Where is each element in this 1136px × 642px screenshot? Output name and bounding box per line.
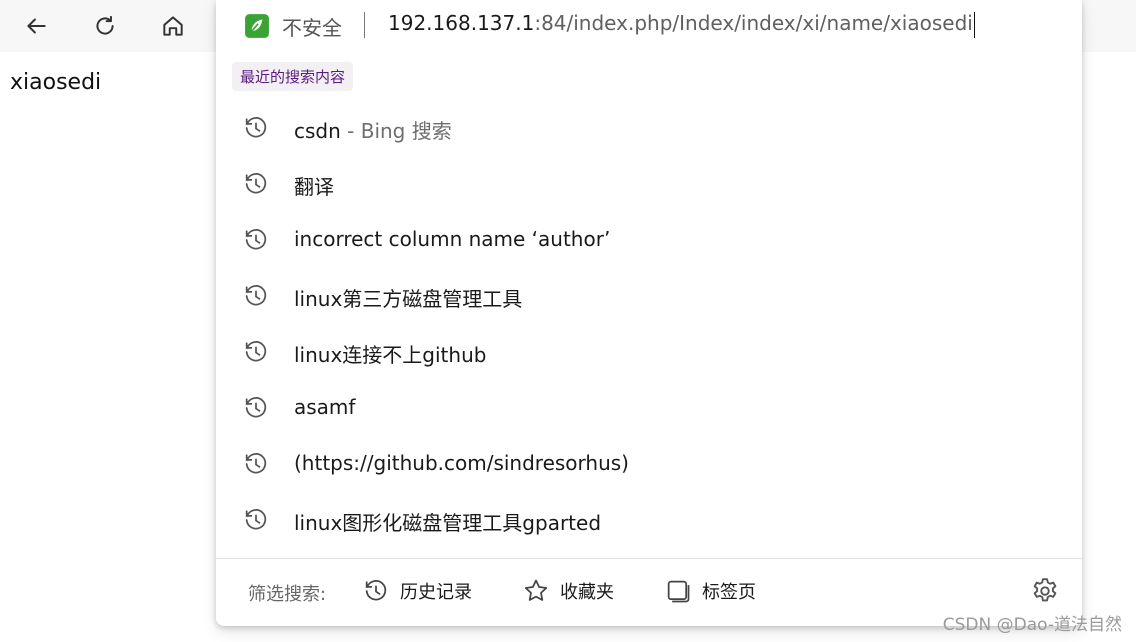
history-icon	[245, 229, 267, 250]
suggestion-text: linux第三方磁盘管理工具	[294, 287, 523, 311]
home-icon	[163, 16, 183, 36]
url-path: :84/index.php/Index/index/xi/name/xiaose…	[534, 11, 973, 35]
suggestion-item[interactable]: asamf	[216, 380, 1082, 436]
reload-button[interactable]	[85, 6, 125, 46]
filter-history-button[interactable]: 历史记录	[362, 574, 472, 608]
suggestion-item[interactable]: linux图形化磁盘管理工具gparted	[216, 492, 1082, 548]
suggestion-item[interactable]: linux连接不上github	[216, 324, 1082, 380]
history-icon	[245, 397, 267, 418]
csdn-watermark: CSDN @Dao-道法自然	[942, 615, 1122, 635]
address-bar-dropdown: 不安全 192.168.137.1:84/index.php/Index/ind…	[216, 0, 1082, 626]
site-security-icon[interactable]	[244, 13, 270, 39]
history-icon	[245, 285, 267, 306]
history-icon	[245, 341, 267, 362]
suggestion-text: 翻译	[294, 175, 334, 199]
suggestion-text: incorrect column name ‘author’	[294, 227, 611, 251]
suggestion-item[interactable]: incorrect column name ‘author’	[216, 212, 1082, 268]
gear-icon[interactable]	[1030, 576, 1060, 606]
suggestion-source: - Bing 搜索	[340, 119, 452, 143]
suggestion-item[interactable]: csdn - Bing 搜索	[216, 100, 1082, 156]
dropdown-divider	[216, 558, 1082, 559]
security-label[interactable]: 不安全	[282, 12, 342, 41]
star-icon	[524, 579, 548, 601]
history-icon	[245, 509, 267, 530]
text-caret	[973, 11, 975, 38]
suggestion-item[interactable]: 翻译	[216, 156, 1082, 212]
tabs-icon	[667, 580, 690, 603]
history-icon	[245, 453, 267, 474]
filter-favorites-label: 收藏夹	[560, 582, 614, 603]
filter-favorites-button[interactable]: 收藏夹	[522, 574, 614, 608]
reload-icon	[96, 15, 114, 35]
page-body-text: xiaosedi	[10, 70, 102, 95]
url-separator	[364, 12, 365, 38]
url-field[interactable]: 192.168.137.1:84/index.php/Index/index/x…	[388, 11, 975, 38]
suggestion-item[interactable]: linux第三方磁盘管理工具	[216, 268, 1082, 324]
recent-searches-label: 最近的搜索内容	[232, 62, 354, 91]
history-icon	[245, 173, 267, 194]
suggestion-text: asamf	[294, 395, 356, 419]
back-button[interactable]	[16, 6, 56, 46]
suggestion-text: linux图形化磁盘管理工具gparted	[294, 511, 602, 535]
suggestion-text: (https://github.com/sindresorhus)	[294, 451, 629, 475]
filter-history-label: 历史记录	[400, 582, 472, 603]
filter-tabs-button[interactable]: 标签页	[664, 574, 756, 608]
history-icon	[245, 117, 267, 138]
url-host: 192.168.137.1	[388, 11, 535, 35]
arrow-left-icon	[27, 18, 46, 34]
filter-search-label: 筛选搜索:	[248, 584, 327, 605]
home-button[interactable]	[153, 6, 193, 46]
suggestion-text: linux连接不上github	[294, 343, 487, 367]
suggestion-text: csdn	[294, 119, 341, 143]
history-icon	[365, 580, 387, 601]
suggestion-item[interactable]: (https://github.com/sindresorhus)	[216, 436, 1082, 492]
address-bar[interactable]: 不安全 192.168.137.1:84/index.php/Index/ind…	[216, 0, 1082, 52]
filter-tabs-label: 标签页	[702, 582, 756, 603]
